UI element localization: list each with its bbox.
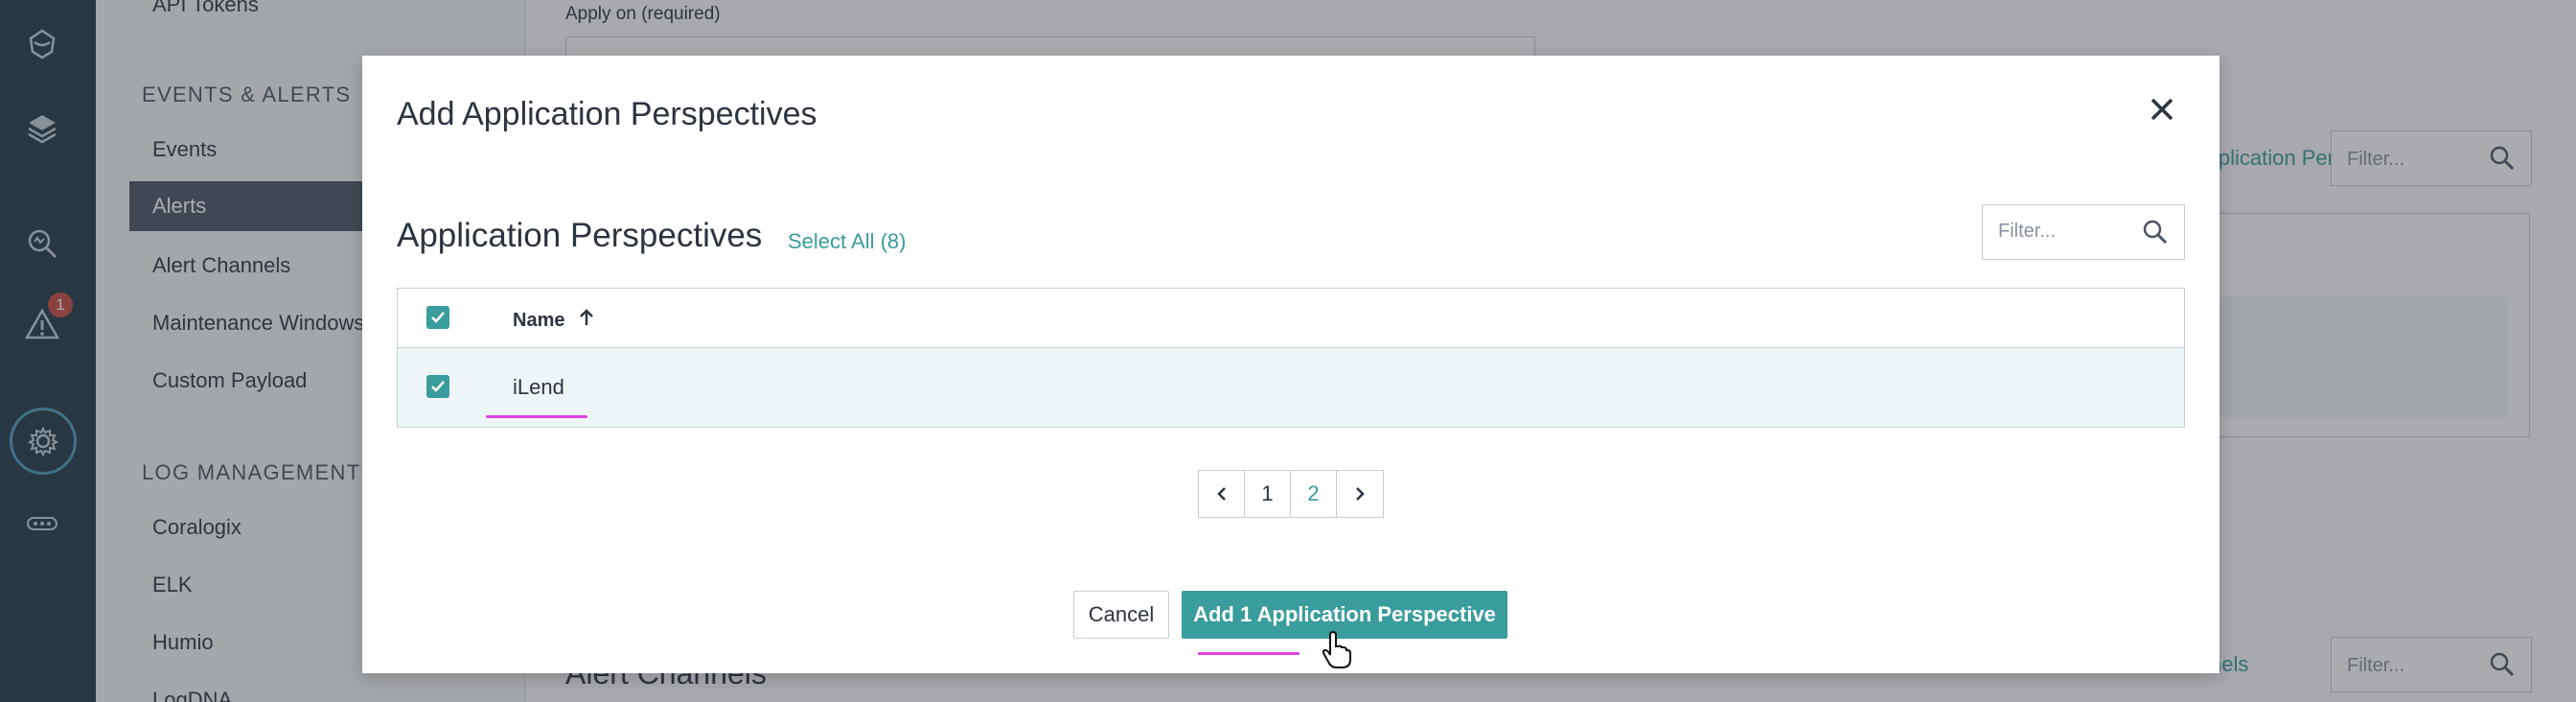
column-name-label: Name bbox=[513, 309, 565, 331]
check-icon bbox=[431, 312, 445, 323]
hand-cursor-icon bbox=[1321, 630, 1351, 674]
select-all-checkbox[interactable] bbox=[426, 306, 449, 329]
select-all-link[interactable]: Select All (8) bbox=[788, 229, 907, 254]
next-page-button[interactable] bbox=[1337, 471, 1383, 517]
cancel-button[interactable]: Cancel bbox=[1073, 591, 1169, 639]
pagination: 1 2 bbox=[1198, 470, 1384, 518]
close-button[interactable] bbox=[2143, 92, 2181, 130]
page-button-1[interactable]: 1 bbox=[1245, 471, 1291, 517]
chevron-right-icon bbox=[1356, 487, 1365, 501]
modal-filter-field[interactable] bbox=[1982, 204, 2185, 260]
add-perspectives-modal: Add Application Perspectives Application… bbox=[362, 56, 2220, 673]
modal-filter-input[interactable] bbox=[1998, 221, 2132, 243]
check-icon bbox=[431, 381, 445, 392]
annotation-underline bbox=[486, 415, 587, 418]
row-name-cell: iLend bbox=[513, 375, 564, 399]
search-icon bbox=[2142, 219, 2169, 250]
modal-title: Add Application Perspectives bbox=[397, 96, 817, 132]
close-icon bbox=[2149, 96, 2175, 128]
chevron-left-icon bbox=[1216, 487, 1226, 501]
page-button-2[interactable]: 2 bbox=[1291, 471, 1337, 517]
perspectives-table: Name iLend bbox=[397, 288, 2185, 428]
column-header-name[interactable]: Name bbox=[513, 308, 595, 333]
sort-ascending-icon bbox=[578, 308, 595, 333]
row-checkbox[interactable] bbox=[426, 375, 449, 398]
annotation-underline bbox=[1198, 652, 1300, 655]
table-header: Name bbox=[398, 289, 2184, 348]
section-title: Application Perspectives bbox=[397, 217, 763, 254]
prev-page-button[interactable] bbox=[1199, 471, 1245, 517]
table-row[interactable]: iLend bbox=[398, 348, 2184, 427]
